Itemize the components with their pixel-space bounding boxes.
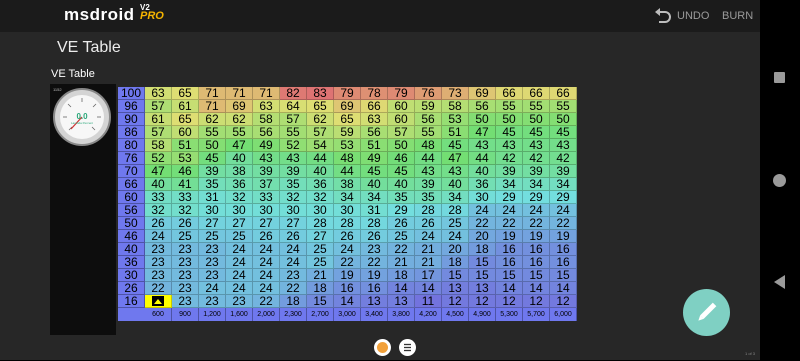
rpm-bin-label[interactable]: 900	[172, 308, 199, 321]
rpm-bin-label[interactable]: 4,500	[442, 308, 469, 321]
app-window: msdroid V2 PRO UNDO BURN VE Table VE Tab…	[0, 0, 760, 360]
ve-cell[interactable]: 12	[442, 295, 469, 308]
gauge-value: 0.0	[76, 112, 88, 121]
rpm-bin-label[interactable]: 1,200	[199, 308, 226, 321]
logo-edition: PRO	[140, 10, 164, 22]
rpm-bin-label[interactable]: 3,000	[334, 308, 361, 321]
list-view-button[interactable]	[399, 339, 416, 356]
undo-icon[interactable]	[654, 8, 672, 24]
gauge-view-icon	[377, 342, 388, 353]
rpm-bin-label[interactable]: 4,900	[469, 308, 496, 321]
ve-cell[interactable]: 12	[469, 295, 496, 308]
home-button[interactable]	[773, 174, 786, 187]
ve-cell[interactable]: 11	[415, 295, 442, 308]
recent-apps-button[interactable]	[774, 72, 785, 83]
rpm-bin-label[interactable]: 4,200	[415, 308, 442, 321]
page-title: VE Table	[57, 39, 121, 56]
gauge-panel: 1152 0.0 Lambda Percent	[50, 84, 116, 335]
top-bar: msdroid V2 PRO UNDO BURN	[0, 0, 760, 32]
ve-cell[interactable]: 23	[172, 295, 199, 308]
load-bin-label[interactable]: 16	[118, 295, 145, 308]
gauge-view-button[interactable]	[374, 339, 391, 356]
rpm-bin-label[interactable]: 1,600	[226, 308, 253, 321]
gauge-face: 0.0 Lambda Percent	[60, 95, 104, 139]
ve-cell[interactable]: 23	[226, 295, 253, 308]
ve-cell[interactable]: 12	[523, 295, 550, 308]
rpm-bin-label[interactable]: 6,000	[550, 308, 577, 321]
rpm-bin-label[interactable]: 3,400	[361, 308, 388, 321]
rpm-bin-label[interactable]: 3,800	[388, 308, 415, 321]
ve-cell[interactable]: 13	[388, 295, 415, 308]
rpm-bin-label[interactable]: 5,300	[496, 308, 523, 321]
rpm-bin-label[interactable]: 2,700	[307, 308, 334, 321]
app-logo: msdroid	[64, 5, 135, 24]
undo-button[interactable]: UNDO	[677, 10, 709, 22]
ve-cell[interactable]: 18	[280, 295, 307, 308]
page-indicator: 1 of 3	[745, 351, 756, 356]
rpm-bin-label[interactable]: 5,700	[523, 308, 550, 321]
ve-cell[interactable]: 22	[253, 295, 280, 308]
edit-button[interactable]	[683, 289, 730, 336]
ve-cell[interactable]: 12	[550, 295, 577, 308]
back-button[interactable]	[774, 275, 785, 289]
ve-cell[interactable]: 14	[334, 295, 361, 308]
gauge-small-label: 1152	[53, 87, 62, 92]
lambda-gauge[interactable]: 0.0 Lambda Percent	[53, 88, 111, 146]
ve-cell[interactable]: 23	[199, 295, 226, 308]
android-nav-bar	[760, 0, 800, 360]
table-label: VE Table	[51, 68, 95, 80]
ve-cell[interactable]: 15	[307, 295, 334, 308]
ve-cell-selected[interactable]	[145, 295, 172, 308]
ve-cell[interactable]: 12	[496, 295, 523, 308]
rpm-bin-label[interactable]: 600	[145, 308, 172, 321]
table-corner	[118, 308, 145, 321]
gauge-unit: Lambda Percent	[70, 121, 93, 125]
burn-button[interactable]: BURN	[722, 10, 753, 22]
ve-cell[interactable]: 13	[361, 295, 388, 308]
pencil-icon	[698, 301, 718, 321]
list-icon	[404, 343, 411, 352]
rpm-bin-label[interactable]: 2,000	[253, 308, 280, 321]
ve-cell[interactable]: 22	[145, 282, 172, 295]
current-cell-icon	[152, 296, 164, 306]
rpm-bin-label[interactable]: 2,300	[280, 308, 307, 321]
